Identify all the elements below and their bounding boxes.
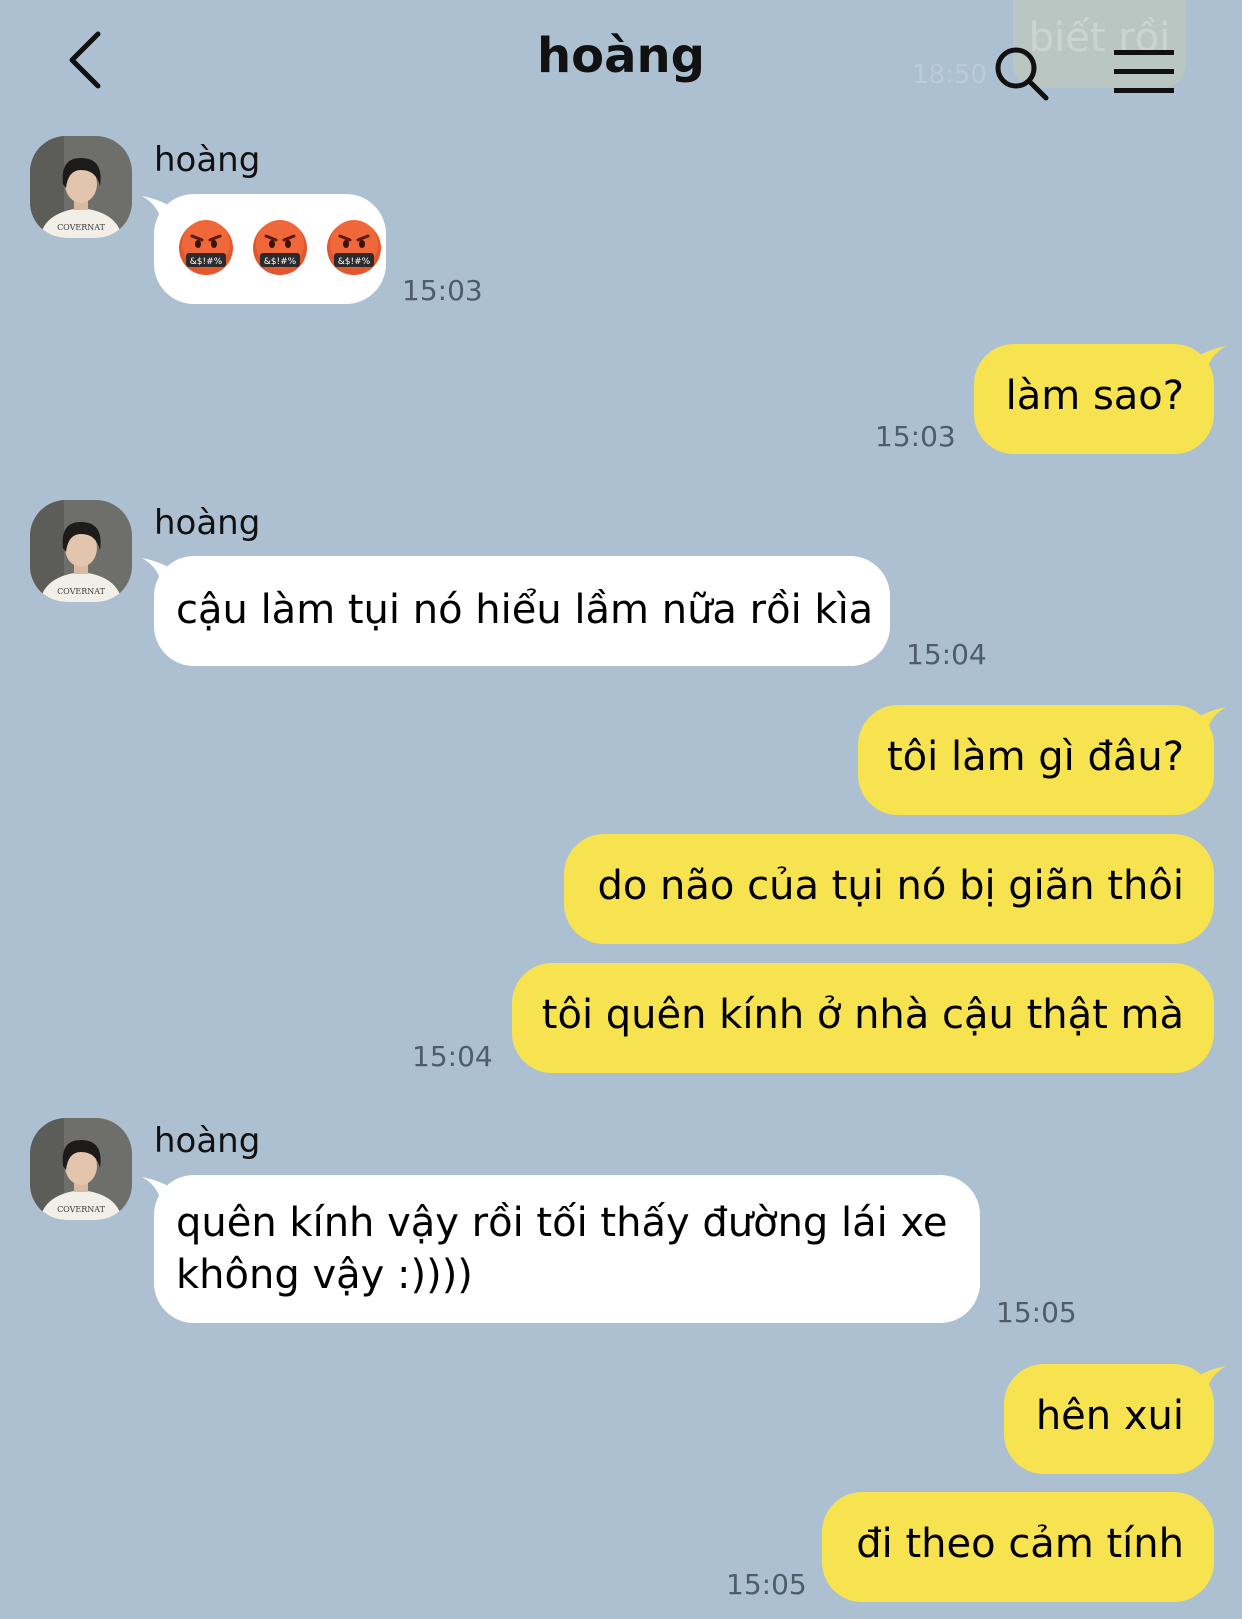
message-text: tôi quên kính ở nhà cậu thật mà <box>541 992 1184 1038</box>
bubble-tail <box>142 1177 182 1207</box>
message-bubble-outgoing[interactable]: tôi làm gì đâu? <box>858 705 1214 815</box>
emoji-row <box>178 220 386 276</box>
message-bubble-outgoing[interactable]: đi theo cảm tính <box>822 1492 1214 1602</box>
message-timestamp: 15:03 <box>402 274 483 307</box>
avatar[interactable] <box>30 500 132 602</box>
search-button[interactable] <box>992 44 1050 102</box>
avatar[interactable] <box>30 1118 132 1220</box>
bubble-tail <box>142 196 182 226</box>
avatar[interactable] <box>30 136 132 238</box>
message-bubble-outgoing[interactable]: tôi quên kính ở nhà cậu thật mà <box>512 963 1214 1073</box>
message-text: do não của tụi nó bị giãn thôi <box>597 863 1184 909</box>
bubble-tail <box>142 558 182 588</box>
chat-title: hoàng <box>536 28 706 84</box>
message-text-line: quên kính vậy rồi tối thấy đường lái xe <box>176 1200 948 1246</box>
avatar-image <box>30 500 132 602</box>
message-text-line: không vậy :)))) <box>176 1252 473 1298</box>
hamburger-menu-icon <box>1114 50 1174 93</box>
message-timestamp: 15:04 <box>906 638 987 671</box>
avatar-image <box>30 1118 132 1220</box>
message-bubble-outgoing[interactable]: do não của tụi nó bị giãn thôi <box>564 834 1214 944</box>
avatar-image <box>30 136 132 238</box>
sender-name: hoàng <box>154 140 261 180</box>
angry-face-emoji-icon <box>252 220 308 276</box>
message-bubble-outgoing[interactable]: hên xui <box>1004 1364 1214 1474</box>
message-text: cậu làm tụi nó hiểu lầm nữa rồi kìa <box>176 587 874 633</box>
message-bubble-incoming[interactable]: quên kính vậy rồi tối thấy đường lái xe … <box>154 1175 980 1323</box>
message-timestamp: 15:05 <box>726 1568 807 1601</box>
sender-name: hoàng <box>154 503 261 543</box>
message-timestamp: 15:04 <box>412 1040 493 1073</box>
search-icon <box>995 47 1049 101</box>
message-text: đi theo cảm tính <box>856 1521 1184 1567</box>
sender-name: hoàng <box>154 1121 261 1161</box>
message-bubble-incoming[interactable]: cậu làm tụi nó hiểu lầm nữa rồi kìa <box>154 556 890 666</box>
bubble-tail <box>1186 1366 1226 1396</box>
message-timestamp: 15:05 <box>996 1296 1077 1329</box>
message-text: tôi làm gì đâu? <box>887 734 1184 780</box>
message-bubble-outgoing[interactable]: làm sao? <box>974 344 1214 454</box>
angry-face-emoji-icon <box>326 220 382 276</box>
message-text: hên xui <box>1035 1393 1184 1439</box>
menu-button[interactable] <box>1112 46 1176 98</box>
bubble-tail <box>1186 346 1226 376</box>
bubble-tail <box>1186 707 1226 737</box>
chat-header: biết rồi 18:50 hoàng <box>0 0 1242 130</box>
angry-face-emoji-icon <box>178 220 234 276</box>
message-bubble-incoming[interactable] <box>154 194 386 304</box>
message-timestamp: 15:03 <box>875 420 956 453</box>
message-text: làm sao? <box>1005 373 1184 419</box>
